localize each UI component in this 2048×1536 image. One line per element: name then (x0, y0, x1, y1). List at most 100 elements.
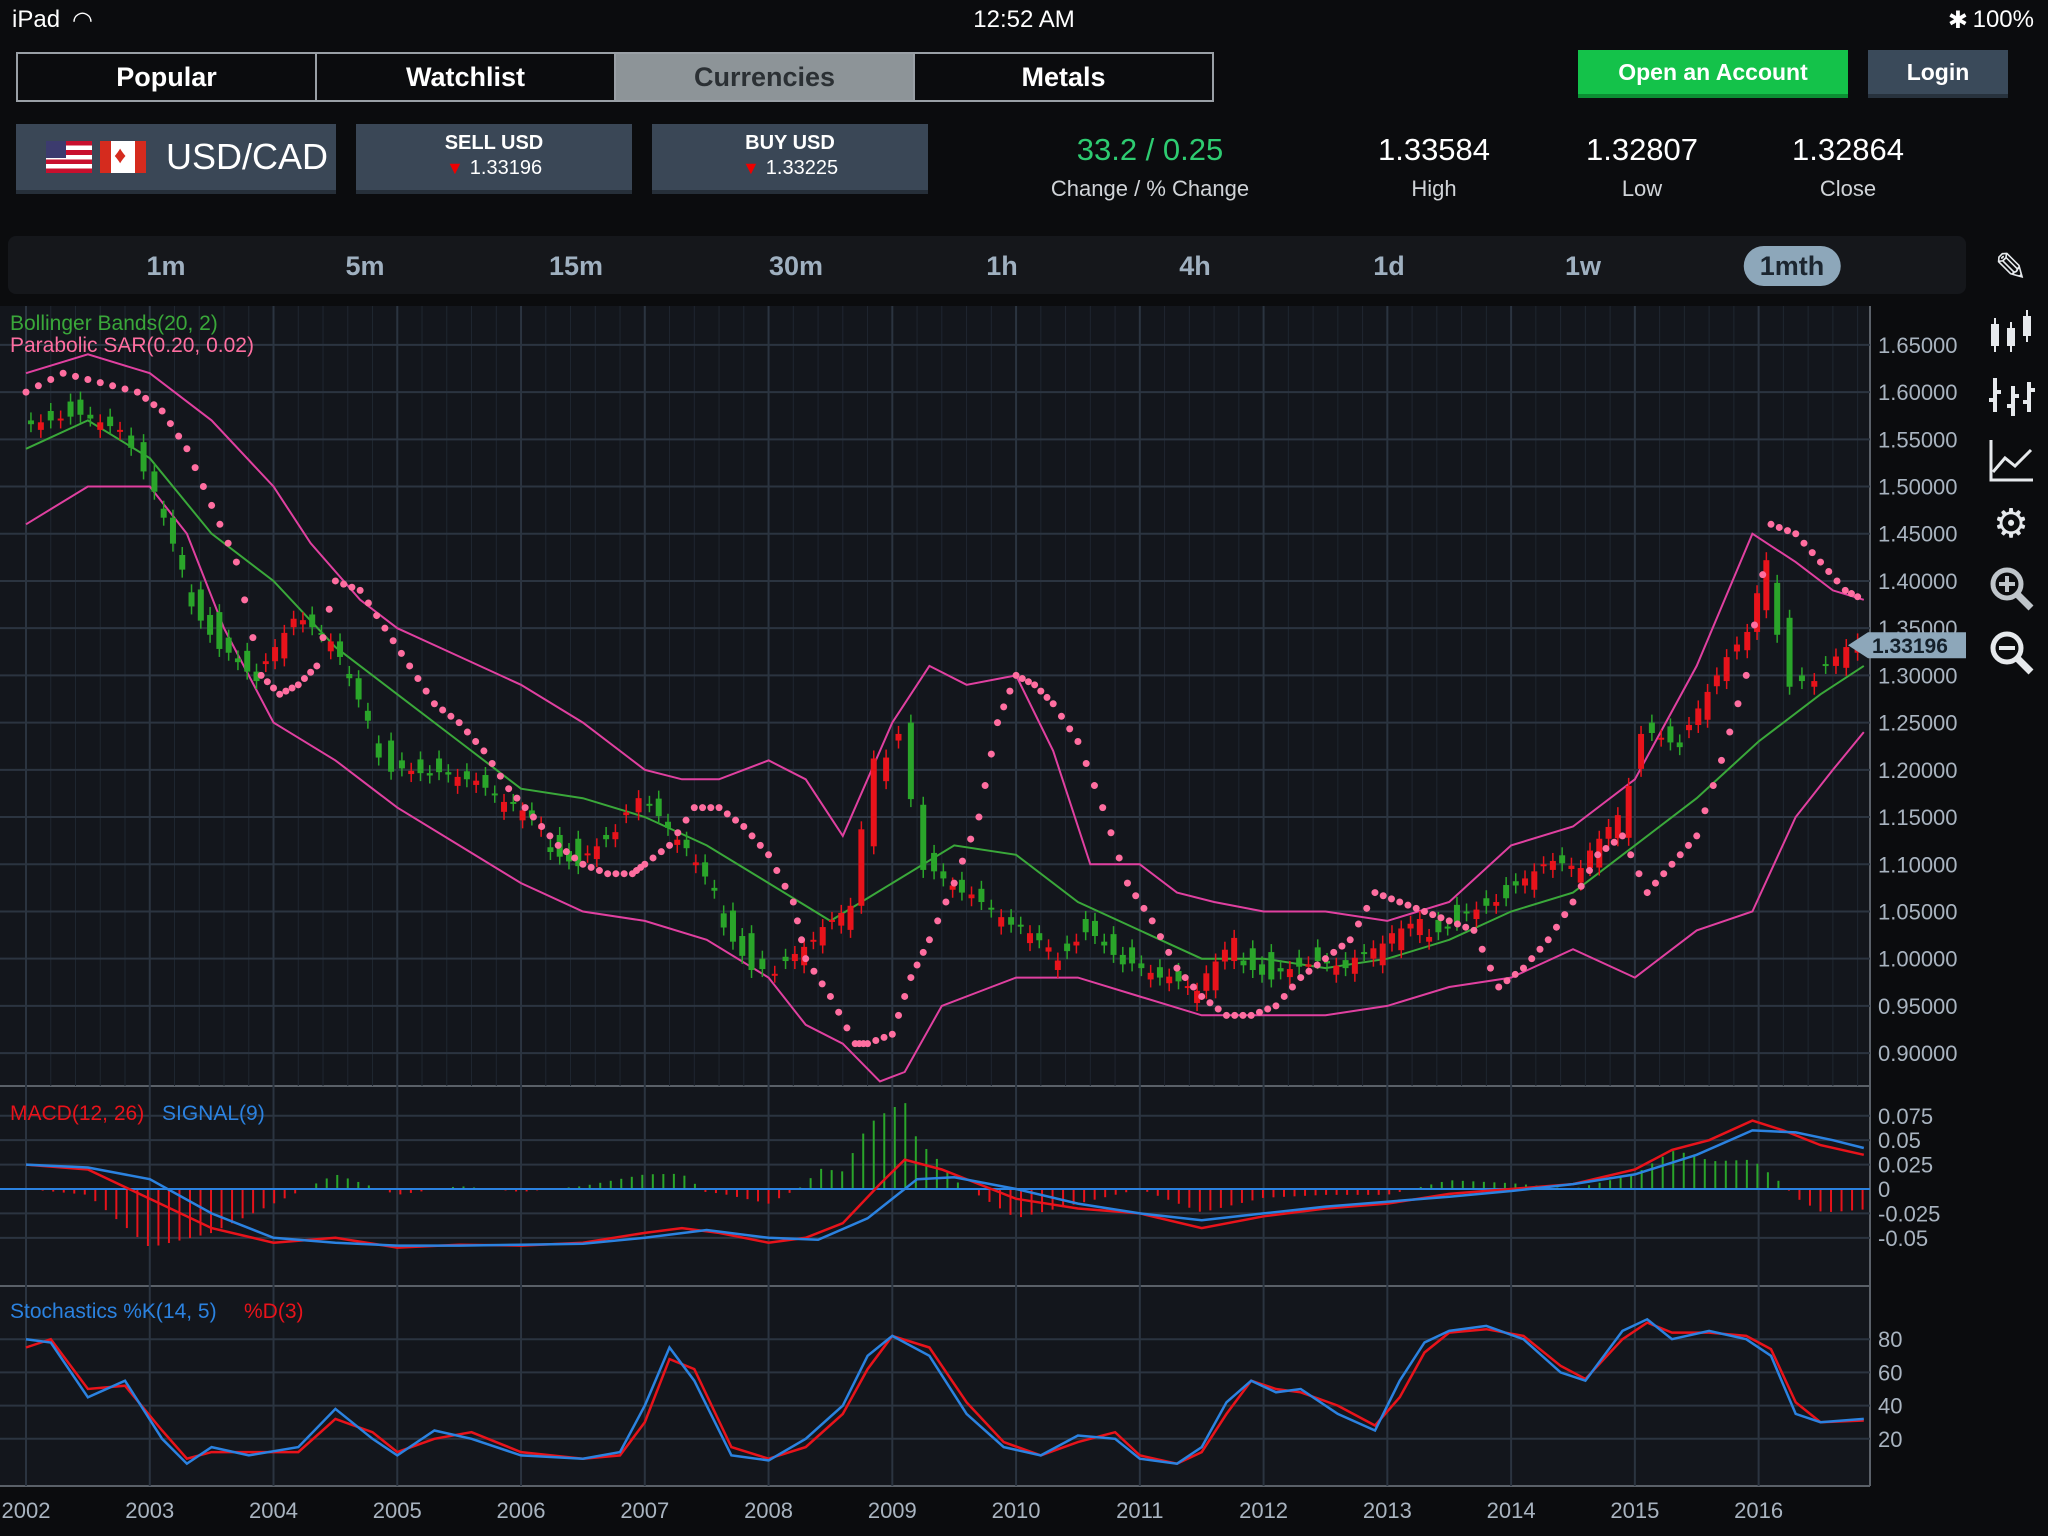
sar-dot (22, 388, 30, 396)
price-chart[interactable]: 2002 2003 2004 2005 2006 2007 2008 2009 2010 2011… (0, 306, 2048, 1536)
sar-dot (1012, 671, 1020, 679)
change-label: Change / % Change (1050, 176, 1250, 201)
sar-dot (1156, 933, 1164, 941)
timeframe-5m[interactable]: 5m (329, 246, 400, 286)
candle-body (1091, 920, 1098, 937)
buy-button[interactable]: BUY USD ▼ 1.33225 (652, 124, 928, 194)
tab-metals[interactable]: Metals (915, 54, 1212, 100)
candle-body (940, 871, 947, 879)
candle-body (188, 592, 195, 607)
x-tick-label: 2016 (1734, 1498, 1783, 1523)
candle-body (968, 894, 975, 899)
candle-body (151, 471, 158, 492)
sar-dot (818, 980, 826, 988)
sar-dot (826, 992, 834, 1000)
timeframe-30m[interactable]: 30m (753, 246, 839, 286)
candle-body (454, 776, 461, 786)
candle-body (748, 933, 755, 971)
pencil-icon[interactable]: ✎ (1974, 236, 2048, 300)
sar-dot (257, 671, 265, 679)
sar-dot (1775, 523, 1783, 531)
sar-dot (472, 737, 480, 745)
tab-watchlist[interactable]: Watchlist (317, 54, 616, 100)
change-value: 33.2 / 0.25 (1076, 132, 1224, 167)
candle-body (828, 919, 835, 922)
pair-label: USD/CAD (166, 136, 329, 177)
sar-dot (715, 804, 723, 812)
sar-dot (331, 577, 339, 585)
candle-body (1008, 917, 1015, 925)
macd-y-tick-label: 0.025 (1878, 1153, 1933, 1178)
sar-dot (571, 854, 579, 862)
candle-body (1648, 722, 1655, 733)
macd-y-tick-label: 0 (1878, 1177, 1890, 1202)
timeframe-1mth[interactable]: 1mth (1743, 246, 1841, 286)
sar-dot (348, 583, 356, 591)
sar-dot (1173, 964, 1181, 972)
candle-body (998, 917, 1005, 927)
timeframe-1m[interactable]: 1m (130, 246, 201, 286)
timeframe-4h[interactable]: 4h (1163, 246, 1227, 286)
stoch-y-tick-label: 60 (1878, 1360, 1902, 1385)
sar-dot (1031, 681, 1039, 689)
down-arrow-icon: ▼ (741, 158, 760, 178)
candle-body (1426, 936, 1433, 942)
candle-body (1101, 941, 1108, 946)
login-button[interactable]: Login (1868, 50, 2008, 98)
timeframe-1w[interactable]: 1w (1549, 246, 1617, 286)
sar-dot (1000, 703, 1008, 711)
candle-body (225, 637, 232, 653)
sar-dot (1668, 860, 1676, 868)
candle-body (1259, 964, 1266, 975)
sar-dot (994, 719, 1002, 727)
sar-dot (1338, 942, 1346, 950)
candle-body (1221, 949, 1228, 962)
candle-body (1832, 656, 1839, 666)
sar-dot (1148, 917, 1156, 925)
sar-dot (1214, 1005, 1222, 1013)
sar-dot (158, 407, 166, 415)
sar-dot (1594, 851, 1602, 859)
sar-dot (913, 961, 921, 969)
open-account-button[interactable]: Open an Account (1578, 50, 1848, 98)
candle-body (1763, 560, 1770, 611)
sar-dot (773, 867, 781, 875)
candle-body (216, 612, 223, 649)
buy-price: 1.33225 (765, 157, 839, 179)
macd-y-tick-label: 0.075 (1878, 1104, 1933, 1129)
high-label: High (1411, 176, 1457, 201)
candle-body (1147, 972, 1154, 980)
candle-body (1512, 881, 1519, 886)
candle-body (655, 798, 662, 817)
timeframe-1d[interactable]: 1d (1357, 246, 1421, 286)
sar-dot (1618, 832, 1626, 840)
tab-popular[interactable]: Popular (18, 54, 317, 100)
sar-dot (282, 687, 290, 695)
candle-body (623, 812, 630, 816)
sar-dot (1833, 577, 1841, 585)
candle-body (958, 879, 965, 893)
tab-currencies[interactable]: Currencies (616, 54, 915, 100)
candle-body (1453, 904, 1460, 923)
sar-dot (1717, 756, 1725, 764)
currency-pair-selector[interactable]: USD/CAD (16, 124, 336, 194)
candle-body (398, 760, 405, 769)
sar-dot (1099, 804, 1107, 812)
candle-body (445, 772, 452, 775)
candle-body (1695, 708, 1702, 725)
candle-body (771, 973, 778, 976)
sar-dot (480, 747, 488, 755)
sell-button[interactable]: SELL USD ▼ 1.33196 (356, 124, 632, 194)
x-tick-label: 2003 (125, 1498, 174, 1523)
timeframe-1h[interactable]: 1h (970, 246, 1034, 286)
x-tick-label: 2012 (1239, 1498, 1288, 1523)
sar-dot (1792, 530, 1800, 538)
candle-body (1549, 860, 1556, 870)
sar-dot (313, 662, 321, 670)
sar-dot (1437, 914, 1445, 922)
change-stat: 33.2 / 0.25 Change / % Change (1028, 132, 1272, 202)
candle-body (1444, 926, 1451, 929)
timeframe-15m[interactable]: 15m (533, 246, 619, 286)
sar-dot (325, 605, 333, 613)
sar-dot (455, 719, 463, 727)
